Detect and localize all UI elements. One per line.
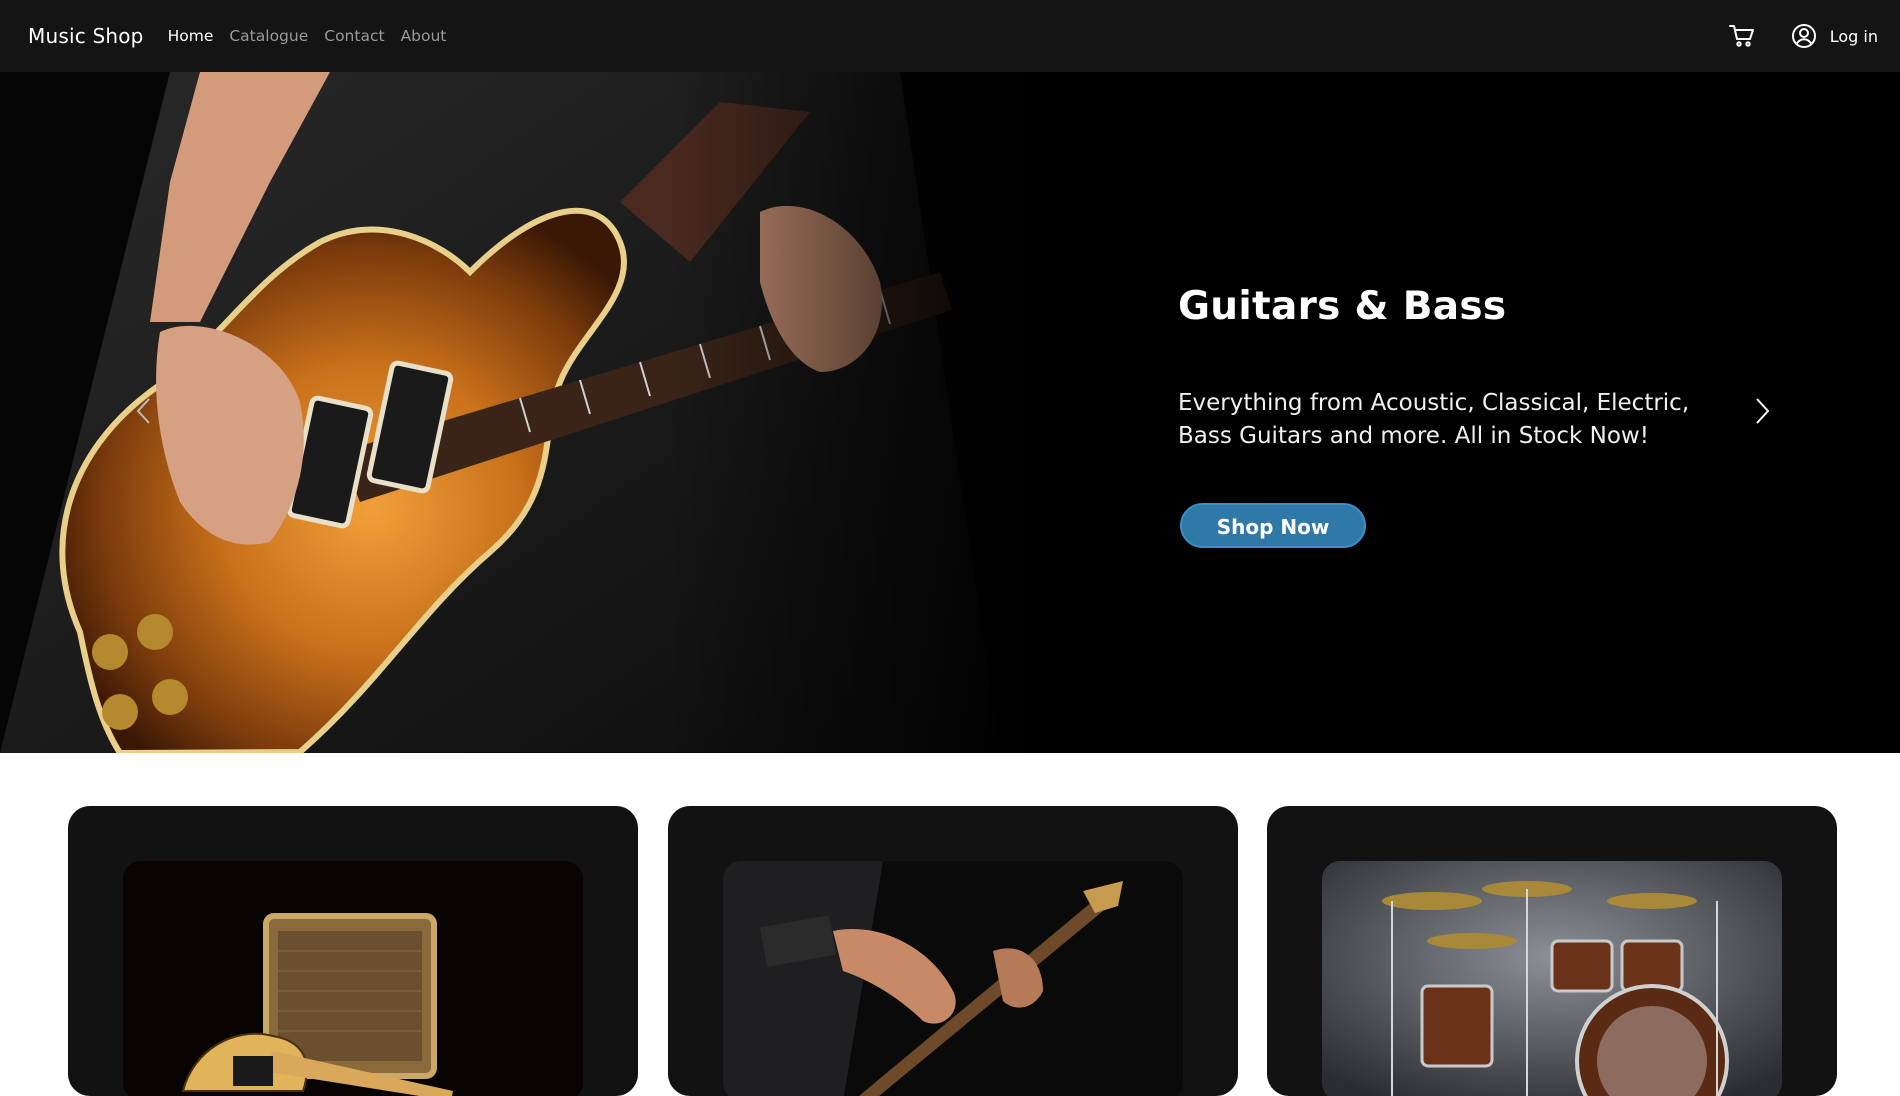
shop-now-button[interactable]: Shop Now	[1180, 503, 1366, 548]
hero-caption: Guitars & Bass Everything from Acoustic,…	[1178, 284, 1738, 548]
carousel-next-button[interactable]	[1747, 391, 1777, 431]
category-cards	[0, 753, 1900, 1096]
cart-icon	[1728, 25, 1754, 47]
user-circle-icon	[1791, 24, 1816, 48]
electric-guitar-amp-image	[123, 861, 583, 1096]
drum-kit-image	[1322, 861, 1782, 1096]
card-image	[1322, 861, 1782, 1096]
user-account-button[interactable]	[1788, 20, 1820, 52]
navbar: Music Shop Home Catalogue Contact About …	[0, 0, 1900, 72]
cart-button[interactable]	[1726, 20, 1758, 52]
nav-actions: Log in	[1726, 0, 1878, 72]
nav-links: Home Catalogue Contact About	[168, 27, 447, 45]
bass-guitar-player-image	[723, 861, 1183, 1096]
nav-link-about[interactable]: About	[401, 27, 447, 45]
category-card-guitars[interactable]	[68, 806, 638, 1096]
nav-link-contact[interactable]: Contact	[324, 27, 384, 45]
card-image	[123, 861, 583, 1096]
chevron-left-icon	[136, 398, 150, 424]
hero-carousel: Guitars & Bass Everything from Acoustic,…	[0, 72, 1900, 753]
hero-description: Everything from Acoustic, Classical, Ele…	[1178, 390, 1690, 449]
brand-logo[interactable]: Music Shop	[28, 24, 144, 48]
card-image	[723, 861, 1183, 1096]
carousel-prev-button[interactable]	[129, 391, 159, 431]
login-link[interactable]: Log in	[1830, 27, 1878, 46]
category-card-bass[interactable]	[668, 806, 1238, 1096]
nav-link-home[interactable]: Home	[168, 27, 214, 45]
category-card-drums[interactable]	[1267, 806, 1837, 1096]
nav-link-catalogue[interactable]: Catalogue	[229, 27, 308, 45]
chevron-right-icon	[1756, 398, 1770, 424]
hero-title: Guitars & Bass	[1178, 284, 1507, 329]
